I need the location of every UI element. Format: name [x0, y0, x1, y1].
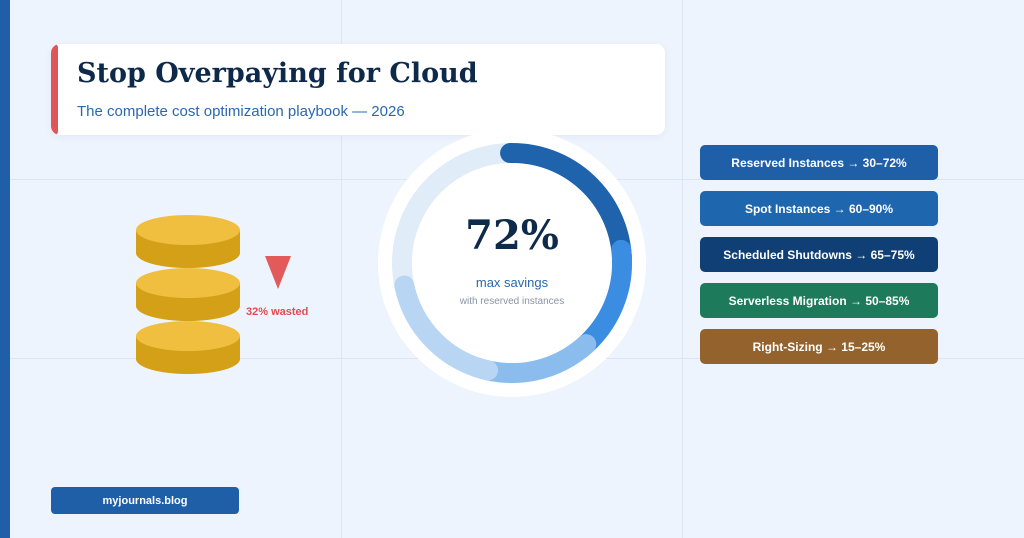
title-card: Stop Overpaying for Cloud The complete c… [51, 44, 665, 135]
coin-middle [136, 268, 240, 321]
savings-percent: 72% [465, 212, 559, 259]
site-badge[interactable]: myjournals.blog [51, 487, 239, 514]
coin-top [136, 215, 240, 268]
strategy-right-sizing: Right-Sizing → 15–25% [700, 329, 938, 364]
left-accent-rail [0, 0, 10, 538]
savings-donut [378, 129, 646, 397]
donut-center [412, 163, 612, 363]
wasted-label: 32% wasted [246, 306, 309, 318]
strategy-serverless-migration: Serverless Migration → 50–85% [700, 283, 938, 318]
savings-label: max savings [475, 275, 549, 290]
grid-line-vertical-2 [682, 0, 683, 538]
strategy-reserved-instances: Reserved Instances → 30–72% [700, 145, 938, 180]
coin-stack-icon [136, 215, 240, 374]
page-title: Stop Overpaying for Cloud [77, 58, 478, 89]
coin-bottom [136, 321, 240, 374]
strategy-spot-instances: Spot Instances → 60–90% [700, 191, 938, 226]
page-subtitle: The complete cost optimization playbook … [77, 103, 405, 120]
savings-sublabel: with reserved instances [459, 296, 565, 307]
strategy-list: Reserved Instances → 30–72% Spot Instanc… [700, 145, 938, 375]
strategy-scheduled-shutdowns: Scheduled Shutdowns → 65–75% [700, 237, 938, 272]
title-accent-bar [51, 44, 58, 135]
down-arrow-icon [265, 256, 291, 289]
